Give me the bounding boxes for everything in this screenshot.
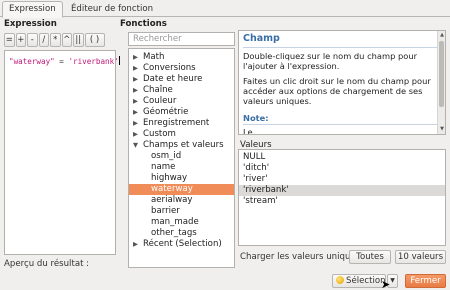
- scrollbar-thumb[interactable]: [439, 41, 444, 107]
- tab-function-editor[interactable]: Éditeur de fonction: [65, 2, 159, 18]
- help-panel: Champ Double-cliquez sur le nom du champ…: [238, 30, 446, 135]
- operator-minus-button[interactable]: -: [27, 33, 38, 47]
- operator-equals-button[interactable]: =: [4, 33, 15, 47]
- operator-concat-button[interactable]: ||: [73, 33, 84, 47]
- tree-group-conversions[interactable]: ▶ Conversions: [129, 63, 234, 74]
- help-note-underline: [243, 124, 439, 125]
- operator-plus-button[interactable]: +: [15, 33, 26, 47]
- scroll-up-icon[interactable]: ▲: [438, 32, 445, 38]
- tree-field-highway[interactable]: highway: [129, 173, 234, 184]
- tree-field-waterway[interactable]: waterway: [129, 184, 234, 195]
- operator-multiply-button[interactable]: *: [50, 33, 61, 47]
- value-item[interactable]: 'river': [239, 174, 445, 185]
- tree-group-date-time[interactable]: ▶ Date et heure: [129, 74, 234, 85]
- help-note-body: Le...: [243, 127, 261, 135]
- scroll-down-icon[interactable]: ▼: [438, 126, 445, 132]
- load-ten-values-button[interactable]: 10 valeurs: [395, 250, 446, 264]
- function-tree: ▶ Math ▶ Conversions ▶ Date et heure ▶ Chaîn…: [128, 48, 235, 268]
- selection-icon: [336, 276, 344, 284]
- function-search-input[interactable]: Rechercher: [128, 32, 235, 46]
- value-item-selected[interactable]: 'riverbank': [239, 185, 445, 196]
- expression-editor[interactable]: "waterway" = 'riverbank': [4, 50, 120, 255]
- operator-power-button[interactable]: ^: [61, 33, 72, 47]
- expand-arrow-icon[interactable]: ▶: [133, 118, 138, 129]
- operator-toolbar: = + - / * ^ || ( ): [4, 33, 105, 48]
- functions-title: Fonctions: [120, 19, 167, 29]
- expression-value: 'riverbank': [68, 57, 119, 66]
- tree-field-other-tags[interactable]: other_tags: [129, 228, 234, 239]
- help-note-title: Note:: [243, 113, 269, 123]
- values-list: NULL 'ditch' 'river' 'riverbank' 'stream…: [238, 149, 446, 246]
- tree-field-name[interactable]: name: [129, 162, 234, 173]
- value-item[interactable]: NULL: [239, 152, 445, 163]
- expand-arrow-icon[interactable]: ▶: [133, 52, 138, 63]
- chevron-down-icon: ▼: [390, 277, 395, 284]
- expand-arrow-icon[interactable]: ▶: [133, 107, 138, 118]
- expand-arrow-icon[interactable]: ▶: [133, 239, 138, 250]
- tree-field-aerialway[interactable]: aerialway: [129, 195, 234, 206]
- tree-field-osm-id[interactable]: osm_id: [129, 151, 234, 162]
- help-title-underline: [243, 47, 439, 48]
- expression-operator: =: [59, 57, 64, 66]
- value-item[interactable]: 'ditch': [239, 163, 445, 174]
- operator-parentheses-button[interactable]: ( ): [84, 33, 105, 47]
- expression-title: Expression: [4, 19, 57, 29]
- expand-arrow-icon[interactable]: ▶: [133, 63, 138, 74]
- expression-code: "waterway" = 'riverbank': [9, 56, 120, 66]
- tab-expression[interactable]: Expression: [2, 1, 63, 18]
- expand-arrow-icon[interactable]: ▶: [133, 129, 138, 140]
- close-button[interactable]: Fermer: [405, 274, 446, 288]
- expand-arrow-icon[interactable]: ▶: [133, 74, 138, 85]
- value-item[interactable]: 'stream': [239, 196, 445, 207]
- expression-field: "waterway": [9, 57, 55, 66]
- tree-field-man-made[interactable]: man_made: [129, 217, 234, 228]
- mouse-cursor-icon: ➤: [381, 278, 391, 290]
- tree-group-string[interactable]: ▶ Chaîne: [129, 85, 234, 96]
- text-caret: [118, 56, 120, 65]
- help-paragraph-2: Faites un clic droit sur le nom du champ…: [243, 76, 431, 106]
- output-preview-label: Aperçu du résultat :: [4, 259, 90, 269]
- operator-divide-button[interactable]: /: [38, 33, 49, 47]
- help-paragraph-1: Double-cliquez sur le nom du champ pour …: [243, 51, 417, 71]
- expand-arrow-icon[interactable]: ▶: [133, 96, 138, 107]
- tree-group-custom[interactable]: ▶ Custom: [129, 129, 234, 140]
- tree-group-math[interactable]: ▶ Math: [129, 52, 234, 63]
- tree-field-barrier[interactable]: barrier: [129, 206, 234, 217]
- tree-group-fields-values[interactable]: ▼ Champs et valeurs: [129, 140, 234, 151]
- help-title: Champ: [243, 33, 280, 44]
- collapse-arrow-icon[interactable]: ▼: [133, 140, 138, 151]
- tree-group-color[interactable]: ▶ Couleur: [129, 96, 234, 107]
- tree-group-geometry[interactable]: ▶ Géométrie: [129, 107, 234, 118]
- selection-button[interactable]: Sélection: [332, 274, 386, 288]
- help-scrollbar[interactable]: ▲ ▼: [437, 31, 445, 134]
- expand-arrow-icon[interactable]: ▶: [133, 85, 138, 96]
- tree-group-record[interactable]: ▶ Enregistrement: [129, 118, 234, 129]
- load-unique-values-label: Charger les valeurs uniques: [240, 252, 361, 262]
- load-all-values-button[interactable]: Toutes: [349, 250, 391, 264]
- tree-group-recent[interactable]: ▶ Récent (Selection): [129, 239, 234, 250]
